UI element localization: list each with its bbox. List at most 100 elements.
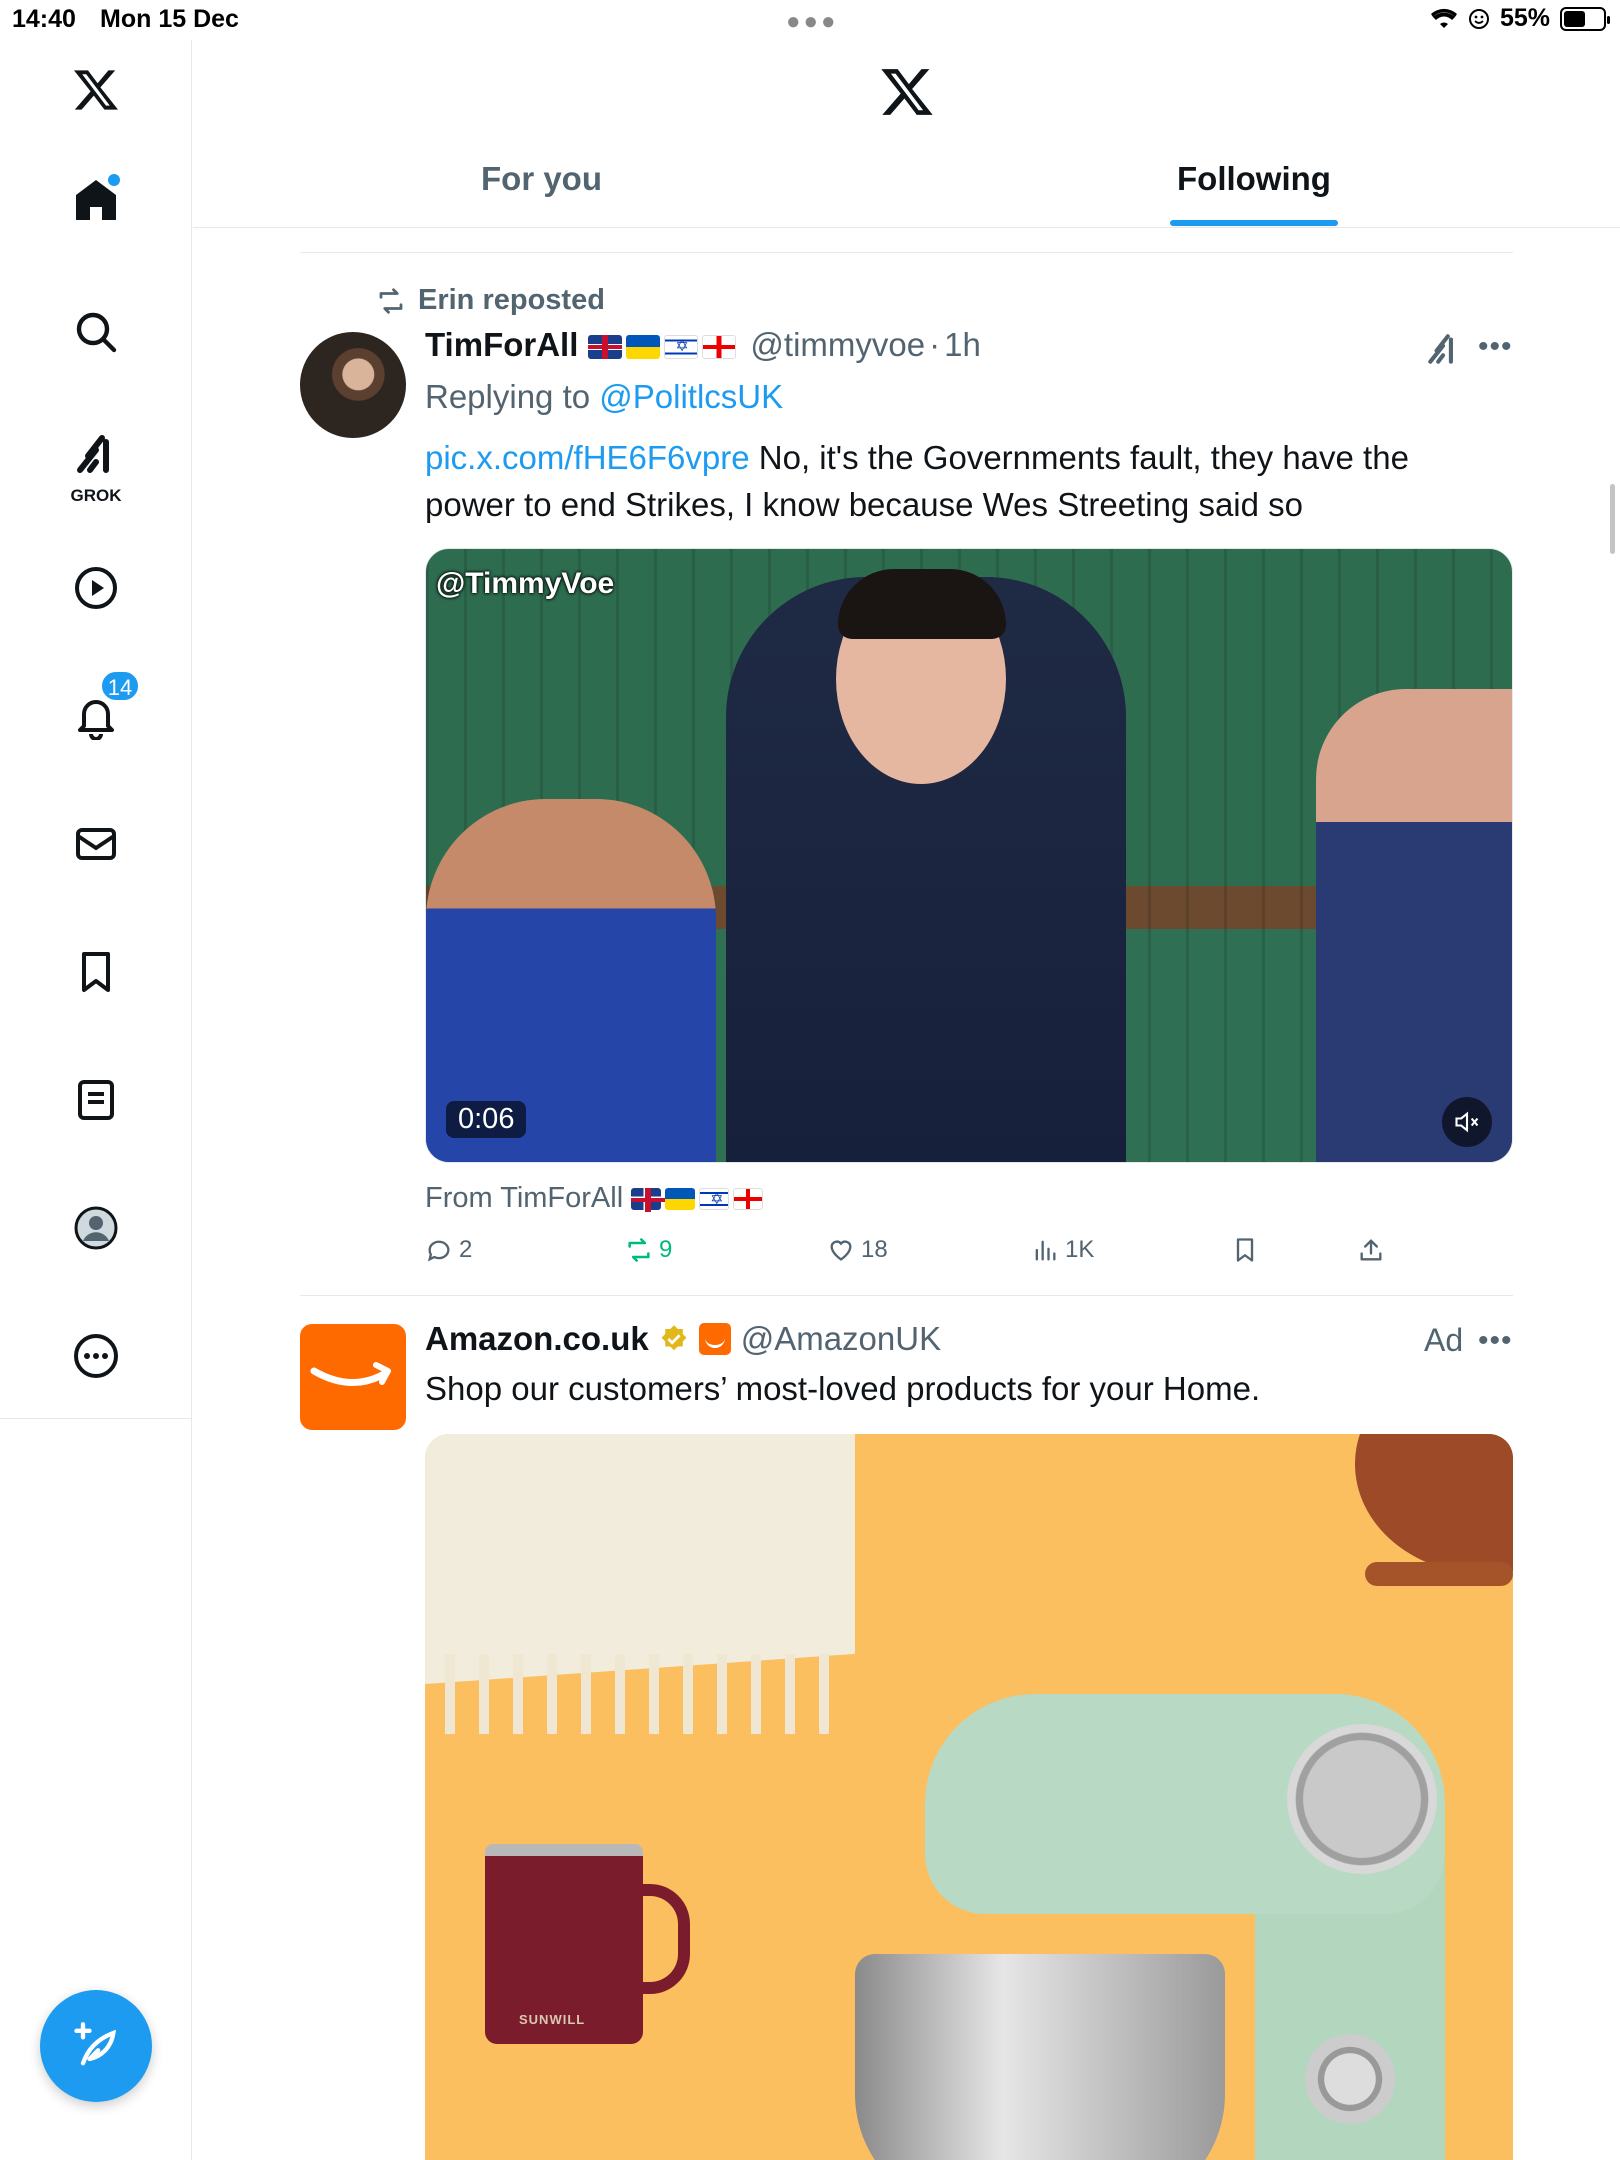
messages-icon[interactable] bbox=[66, 814, 126, 874]
author-handle[interactable]: @timmyvoe bbox=[750, 326, 925, 364]
x-logo[interactable] bbox=[66, 60, 126, 120]
share-icon bbox=[1360, 1239, 1382, 1261]
more-options-icon[interactable]: ••• bbox=[1478, 330, 1513, 364]
notifications-icon[interactable]: 14 bbox=[66, 670, 140, 746]
towel-fringe bbox=[445, 1654, 845, 1734]
home-icon[interactable] bbox=[66, 170, 126, 230]
israel-flag-icon bbox=[664, 335, 699, 360]
wooden-utensil-image bbox=[1365, 1562, 1513, 1586]
feather-plus-icon bbox=[74, 2022, 116, 2066]
georgia-flag-icon bbox=[702, 335, 737, 360]
scrollbar[interactable] bbox=[1610, 484, 1615, 554]
from-flags bbox=[631, 1182, 767, 1215]
tweet-time[interactable]: 1h bbox=[944, 326, 981, 364]
views-button[interactable]: 1K bbox=[1031, 1236, 1094, 1264]
feed-divider bbox=[300, 252, 1513, 253]
towel-image bbox=[425, 1434, 855, 1684]
repost-context[interactable]: Erin reposted bbox=[376, 284, 605, 317]
mug-brand: SUNWILL bbox=[519, 2012, 586, 2027]
feed-divider bbox=[300, 1295, 1513, 1296]
tab-for-you[interactable]: For you bbox=[481, 160, 602, 198]
bookmarks-icon[interactable] bbox=[66, 942, 126, 1002]
amazon-smile-icon bbox=[310, 1362, 391, 1386]
repost-icon bbox=[628, 1238, 650, 1262]
status-date: Mon 15 Dec bbox=[100, 5, 239, 33]
video-watermark: @TimmyVoe bbox=[436, 567, 615, 600]
home-new-dot bbox=[108, 174, 120, 186]
tab-following[interactable]: Following bbox=[1177, 160, 1331, 198]
ukraine-flag-icon bbox=[665, 1188, 696, 1211]
ad-more-options-icon[interactable]: ••• bbox=[1478, 1324, 1513, 1358]
ukraine-flag-icon bbox=[626, 335, 661, 360]
stand-mixer-knob bbox=[1305, 2034, 1395, 2124]
x-logo-header[interactable] bbox=[879, 64, 935, 120]
grok-icon[interactable]: GROK bbox=[66, 422, 126, 505]
focus-icon bbox=[1468, 8, 1489, 29]
compose-post-button[interactable] bbox=[40, 1990, 152, 2102]
profile-icon[interactable] bbox=[66, 1198, 126, 1258]
wooden-bowl-image bbox=[1355, 1434, 1513, 1574]
reply-icon bbox=[427, 1240, 450, 1262]
author-name[interactable]: TimForAll bbox=[425, 326, 578, 364]
georgia-flag-icon bbox=[733, 1188, 764, 1211]
ad-label: Ad bbox=[1424, 1322, 1464, 1358]
avatar[interactable] bbox=[300, 332, 406, 438]
sidebar-divider bbox=[0, 1418, 192, 1419]
grok-label: GROK bbox=[70, 486, 122, 505]
replying-to-handle[interactable]: @PolitlcsUK bbox=[599, 378, 783, 415]
views-icon bbox=[1035, 1240, 1056, 1261]
tweet-video[interactable]: @TimmyVoe 0:06 bbox=[425, 548, 1513, 1163]
more-icon[interactable] bbox=[66, 1326, 126, 1386]
stand-mixer-dial bbox=[1287, 1724, 1437, 1874]
video-icon[interactable] bbox=[66, 558, 126, 618]
lists-icon[interactable] bbox=[66, 1070, 126, 1130]
battery-percent: 55% bbox=[1499, 4, 1550, 32]
bookmark-icon bbox=[1236, 1238, 1254, 1262]
verified-gold-icon bbox=[661, 1325, 687, 1351]
like-button[interactable]: 18 bbox=[827, 1236, 888, 1264]
video-figure-right bbox=[1316, 689, 1512, 1162]
share-button[interactable] bbox=[1357, 1236, 1385, 1264]
amazon-logo-avatar[interactable] bbox=[300, 1324, 406, 1430]
ad-header: Amazon.co.uk @AmazonUK bbox=[425, 1320, 941, 1358]
reply-button[interactable]: 2 bbox=[425, 1236, 472, 1264]
bookmark-button[interactable] bbox=[1231, 1236, 1259, 1264]
grok-explain-icon[interactable] bbox=[1424, 330, 1462, 373]
heart-icon bbox=[830, 1240, 852, 1261]
mug-handle bbox=[630, 1884, 690, 1994]
from-attribution[interactable]: From TimForAll bbox=[425, 1182, 767, 1215]
notifications-badge: 14 bbox=[100, 670, 140, 702]
status-bar: 14:40 Mon 15 Dec ●●● 55% bbox=[0, 0, 1620, 40]
uk-flag-icon bbox=[631, 1188, 666, 1213]
video-speaker-hair bbox=[838, 569, 1006, 639]
repost-count: 9 bbox=[659, 1236, 673, 1263]
tweet-media-link[interactable]: pic.x.com/fHE6F6vpre bbox=[425, 439, 750, 476]
wifi-icon bbox=[1430, 8, 1457, 28]
multitasking-dots-icon[interactable]: ●●● bbox=[786, 8, 839, 36]
repost-label: Erin reposted bbox=[418, 284, 605, 316]
stand-mixer-bowl bbox=[855, 1954, 1225, 2160]
time-separator: · bbox=[929, 326, 941, 363]
repost-button[interactable]: 9 bbox=[625, 1236, 672, 1264]
like-count: 18 bbox=[861, 1236, 888, 1263]
status-time: 14:40 bbox=[12, 5, 76, 33]
uk-flag-icon bbox=[588, 335, 623, 360]
battery-icon bbox=[1560, 6, 1610, 31]
reply-count: 2 bbox=[459, 1236, 473, 1263]
video-duration: 0:06 bbox=[446, 1101, 527, 1138]
ad-handle[interactable]: @AmazonUK bbox=[741, 1320, 941, 1358]
replying-to: Replying to @PolitlcsUK bbox=[425, 378, 783, 416]
sidebar: GROK 14 bbox=[0, 40, 192, 2160]
search-icon[interactable] bbox=[66, 302, 126, 362]
ad-image[interactable]: SUNWILL bbox=[425, 1434, 1513, 2160]
timeline-header: For you Following bbox=[193, 40, 1620, 228]
ad-text: Shop our customers’ most-loved products … bbox=[425, 1370, 1261, 1407]
amazon-affiliate-icon bbox=[698, 1323, 731, 1355]
from-label: From TimForAll bbox=[425, 1182, 624, 1214]
views-count: 1K bbox=[1065, 1236, 1095, 1263]
repost-icon bbox=[379, 287, 403, 314]
israel-flag-icon bbox=[699, 1188, 730, 1211]
mute-icon[interactable] bbox=[1442, 1097, 1492, 1147]
tweet-actions: 2 9 18 1K bbox=[425, 1236, 1405, 1276]
ad-author-name[interactable]: Amazon.co.uk bbox=[425, 1320, 649, 1358]
